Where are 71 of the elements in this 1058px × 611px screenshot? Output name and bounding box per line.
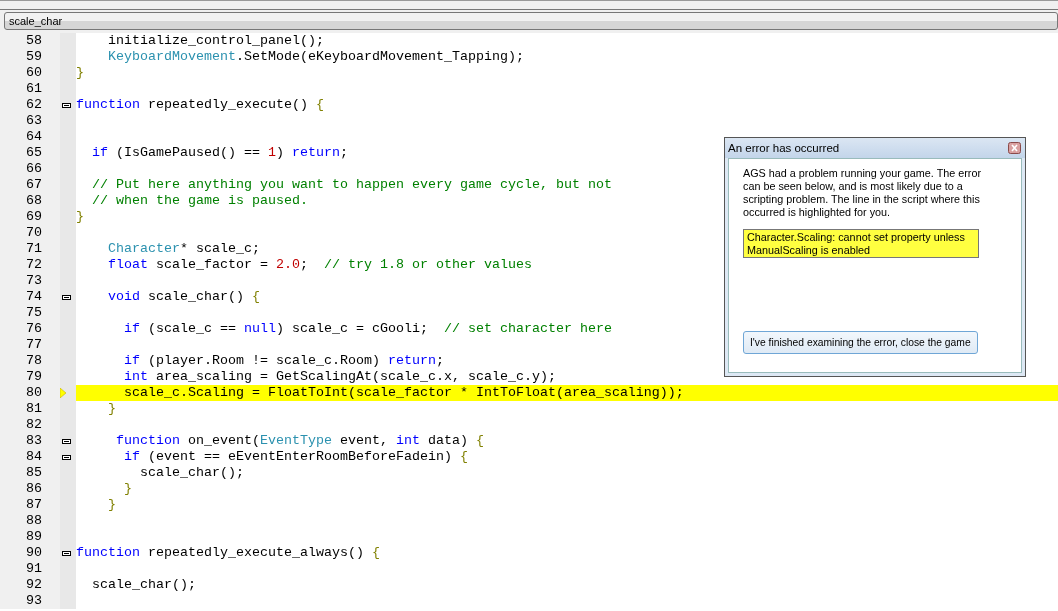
line-number: 83 [25, 433, 42, 449]
code-line: int area_scaling = GetScalingAt(scale_c.x, scale_c.y); [123, 369, 556, 385]
line-number: 68 [25, 193, 42, 209]
line-number: 66 [25, 161, 42, 177]
code-line: } [107, 401, 116, 417]
line-number: 58 [25, 33, 42, 49]
line-number: 89 [25, 529, 42, 545]
code-line: // when the game is paused. [91, 193, 308, 209]
code-line: // Put here anything you want to happen every game cycle, but not [91, 177, 612, 193]
line-number: 67 [25, 177, 42, 193]
line-number: 70 [25, 225, 42, 241]
collapse-icon[interactable] [62, 294, 71, 300]
code-line: if (event == eEventEnterRoomBeforeFadein) { [123, 449, 468, 465]
collapse-icon[interactable] [62, 454, 71, 460]
code-line: scale_char(); [139, 465, 244, 481]
line-number: 87 [25, 497, 42, 513]
collapse-icon[interactable] [62, 550, 71, 556]
line-number: 84 [25, 449, 42, 465]
code-line: function on_event(EventType event, int data) { [115, 433, 484, 449]
code-line: if (scale_c == null) scale_c = cGooli; // set character here [123, 321, 612, 337]
line-number: 63 [25, 113, 42, 129]
line-number: 61 [25, 81, 42, 97]
code-line: } [76, 65, 84, 81]
line-number: 69 [25, 209, 42, 225]
close-icon[interactable] [1008, 142, 1021, 154]
code-line: if (IsGamePaused() == 1) return; [91, 145, 348, 161]
current-line-arrow-icon [60, 388, 66, 398]
line-number: 80 [25, 385, 42, 401]
code-line: function repeatedly_execute() { [76, 97, 324, 113]
collapse-icon[interactable] [62, 438, 71, 444]
code-line: initialize_control_panel(); [107, 33, 324, 49]
line-number: 90 [25, 545, 42, 561]
error-message: AGS had a problem running your game. The error can be seen below, and is most likely due to a scripting problem. The line in the script where this occurred is highlighted for you. [743, 167, 983, 219]
error-detail: Character.Scaling: cannot set property unless ManualScaling is enabled [743, 229, 979, 258]
line-number: 79 [25, 369, 42, 385]
line-number: 76 [25, 321, 42, 337]
line-number: 81 [25, 401, 42, 417]
line-number: 72 [25, 257, 42, 273]
line-number: 88 [25, 513, 42, 529]
line-number: 91 [25, 561, 42, 577]
line-number: 78 [25, 353, 42, 369]
line-number: 60 [25, 65, 42, 81]
code-line: } [123, 481, 132, 497]
code-line: scale_c.Scaling = FloatToInt(scale_factor * IntToFloat(area_scaling)); [123, 385, 684, 401]
function-dropdown[interactable]: scale_char [4, 12, 1058, 30]
line-number: 59 [25, 49, 42, 65]
code-line: Character* scale_c; [107, 241, 260, 257]
code-line: function repeatedly_execute_always() { [76, 545, 380, 561]
line-number: 65 [25, 145, 42, 161]
line-number: 75 [25, 305, 42, 321]
line-number: 85 [25, 465, 42, 481]
code-line: KeyboardMovement.SetMode(eKeyboardMovement_Tapping); [107, 49, 524, 65]
line-number: 86 [25, 481, 42, 497]
line-number: 62 [25, 97, 42, 113]
line-number: 92 [25, 577, 42, 593]
line-number: 74 [25, 289, 42, 305]
code-line: if (player.Room != scale_c.Room) return; [123, 353, 444, 369]
dialog-title: An error has occurred [728, 142, 840, 154]
code-line: } [107, 497, 116, 513]
code-line: float scale_factor = 2.0; // try 1.8 or other values [107, 257, 532, 273]
line-number: 82 [25, 417, 42, 433]
code-line: } [76, 209, 84, 225]
code-line: scale_char(); [91, 577, 196, 593]
line-number: 77 [25, 337, 42, 353]
line-number: 93 [25, 593, 42, 609]
line-number: 71 [25, 241, 42, 257]
line-number: 73 [25, 273, 42, 289]
collapse-icon[interactable] [62, 102, 71, 108]
line-number: 64 [25, 129, 42, 145]
close-game-button[interactable]: I've finished examining the error, close the game [743, 331, 978, 354]
code-line: void scale_char() { [107, 289, 260, 305]
